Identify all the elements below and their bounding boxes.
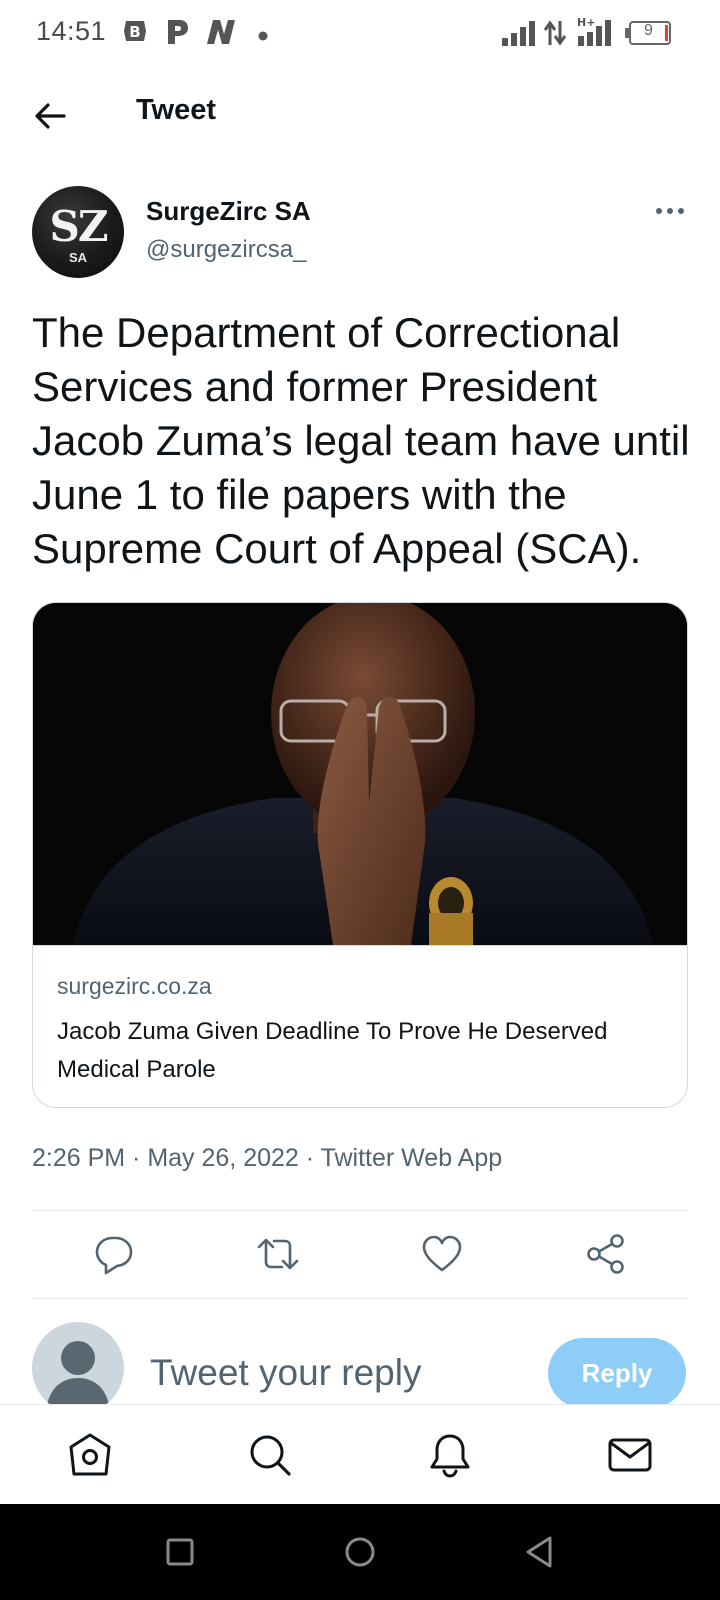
avatar-logo-subtext: SA: [68, 250, 88, 265]
messages-icon[interactable]: [606, 1431, 654, 1479]
user-avatar: [32, 1322, 124, 1414]
card-domain: surgezirc.co.za: [57, 973, 212, 999]
divider: [32, 1298, 688, 1299]
notification-dot-icon: [258, 28, 268, 46]
data-transfer-icon: [542, 20, 568, 51]
battery-level: 9: [644, 22, 653, 39]
system-navigation-bar: [0, 1504, 720, 1600]
reply-input[interactable]: Tweet your reply: [150, 1352, 421, 1394]
recent-apps-icon[interactable]: [160, 1532, 200, 1572]
home-icon[interactable]: [66, 1431, 114, 1479]
home-button-icon[interactable]: [340, 1532, 380, 1572]
more-options-icon[interactable]: [652, 196, 688, 226]
top-app-bar: Tweet: [0, 76, 720, 152]
signal-icon: [502, 20, 538, 51]
status-bar: 14:51 B H+ 9: [0, 0, 720, 66]
bottom-tab-bar: [0, 1404, 720, 1504]
search-icon[interactable]: [246, 1431, 294, 1479]
link-preview-card[interactable]: surgezirc.co.za Jacob Zuma Given Deadlin…: [32, 602, 688, 1108]
author-name[interactable]: SurgeZirc SA: [146, 196, 311, 227]
card-divider: [33, 945, 687, 946]
browser-app-icon: B: [122, 18, 148, 49]
divider: [32, 1210, 688, 1211]
svg-text:H+: H+: [577, 16, 595, 29]
n-app-icon: [204, 18, 238, 51]
notifications-icon[interactable]: [426, 1431, 474, 1479]
reply-button[interactable]: Reply: [548, 1338, 686, 1408]
card-image: [33, 603, 687, 945]
battery-icon: 9: [624, 20, 672, 51]
reply-icon[interactable]: [92, 1232, 136, 1276]
tweet-text: The Department of Correctional Services …: [32, 309, 690, 572]
back-button-icon[interactable]: [520, 1532, 560, 1572]
hplus-signal-icon: H+: [576, 16, 614, 51]
p-app-icon: [164, 18, 190, 51]
avatar-logo-text: SZ: [49, 202, 109, 251]
back-arrow-icon[interactable]: [30, 96, 70, 136]
like-icon[interactable]: [420, 1232, 464, 1276]
svg-text:B: B: [129, 23, 140, 41]
status-time: 14:51: [36, 16, 107, 46]
card-title: Jacob Zuma Given Deadline To Prove He De…: [57, 1018, 608, 1083]
page-title: Tweet: [136, 94, 217, 126]
author-handle[interactable]: @surgezircsa_: [146, 236, 306, 264]
author-avatar[interactable]: SZ SA: [32, 186, 124, 278]
tweet-timestamp-source: 2:26 PM · May 26, 2022 · Twitter Web App: [32, 1144, 503, 1172]
retweet-icon[interactable]: [256, 1232, 300, 1276]
share-icon[interactable]: [584, 1232, 628, 1276]
